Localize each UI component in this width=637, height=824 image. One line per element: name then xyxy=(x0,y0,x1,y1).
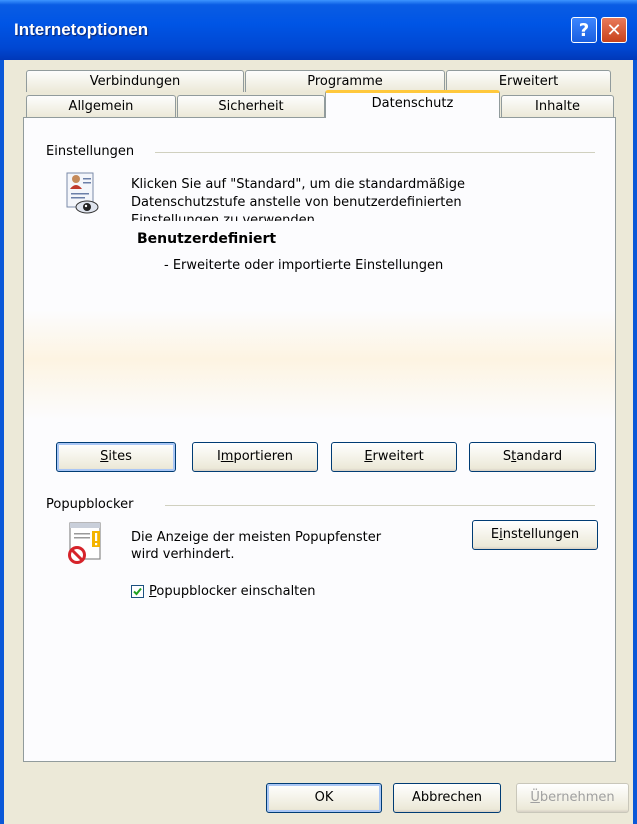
window-frame-right xyxy=(633,60,637,824)
close-button[interactable]: ✕ xyxy=(601,17,627,43)
cancel-button[interactable]: Abbrechen xyxy=(393,783,501,813)
panel-highlight xyxy=(24,310,615,420)
settings-group-label: Einstellungen xyxy=(46,144,141,159)
popup-blocker-checkbox-label[interactable]: Popupblocker einschalten xyxy=(149,584,316,600)
popup-settings-button[interactable]: Einstellungen xyxy=(472,520,598,550)
apply-button-label-text: bernehmen xyxy=(539,790,615,805)
popup-description-line1: Die Anzeige der meisten Popupfenster xyxy=(131,530,382,545)
tab-panel-datenschutz xyxy=(23,117,616,762)
tab-sicherheit[interactable]: Sicherheit xyxy=(177,95,325,117)
popup-blocker-checkbox[interactable] xyxy=(131,585,144,598)
advanced-button[interactable]: Erweitert xyxy=(331,442,457,472)
popup-blocked-icon xyxy=(68,522,101,564)
popup-settings-button-label-pre: E xyxy=(490,527,500,542)
tab-inhalte[interactable]: Inhalte xyxy=(501,95,614,117)
popup-settings-button-label-post: nstellungen xyxy=(502,527,580,542)
window-frame-left xyxy=(0,60,4,824)
import-button-label-post: portieren xyxy=(233,449,294,464)
tab-datenschutz[interactable]: Datenschutz xyxy=(325,90,500,118)
help-button[interactable]: ? xyxy=(571,17,597,43)
settings-description-line3: Einstellungen zu verwenden. xyxy=(131,213,319,221)
advanced-button-label-accel: E xyxy=(364,449,373,464)
popup-group-label: Popupblocker xyxy=(46,497,140,512)
import-button[interactable]: Importieren xyxy=(192,442,318,472)
advanced-button-label-post: rweitert xyxy=(372,449,424,464)
default-button[interactable]: Standard xyxy=(469,442,596,472)
apply-button-label-accel: Ü xyxy=(530,790,540,805)
tab-erweitert[interactable]: Erweitert xyxy=(446,70,611,92)
checkmark-icon xyxy=(133,587,142,596)
tab-allgemein[interactable]: Allgemein xyxy=(26,95,176,117)
privacy-level-title: Benutzerdefiniert xyxy=(137,231,277,247)
popup-group-divider xyxy=(165,505,595,506)
apply-button[interactable]: Übernehmen xyxy=(516,783,629,813)
default-button-label-pre: S xyxy=(502,449,512,464)
internet-options-dialog: Internetoptionen ? ✕ Verbindungen Progra… xyxy=(0,0,637,824)
privacy-policy-icon xyxy=(66,172,99,214)
ok-button[interactable]: OK xyxy=(266,783,382,813)
tab-verbindungen[interactable]: Verbindungen xyxy=(26,70,244,92)
tab-programme[interactable]: Programme xyxy=(245,70,445,92)
sites-button[interactable]: Sites xyxy=(56,442,176,472)
privacy-level-detail: - Erweiterte oder importierte Einstellun… xyxy=(164,258,444,273)
settings-description-line2: Datenschutzstufe anstelle von benutzerde… xyxy=(131,195,462,210)
popup-description-line2: wird verhindert. xyxy=(131,547,235,562)
title-bar[interactable]: Internetoptionen ? ✕ xyxy=(0,0,637,60)
settings-group-divider xyxy=(155,152,595,153)
default-button-label-post: andard xyxy=(516,449,563,464)
settings-description-line1: Klicken Sie auf "Standard", um die stand… xyxy=(131,177,465,192)
sites-button-label-post: ites xyxy=(108,449,132,464)
window-title: Internetoptionen xyxy=(14,20,149,39)
popup-blocker-checkbox-label-text: opupblocker einschalten xyxy=(156,584,316,599)
import-button-label-accel: m xyxy=(220,449,234,464)
